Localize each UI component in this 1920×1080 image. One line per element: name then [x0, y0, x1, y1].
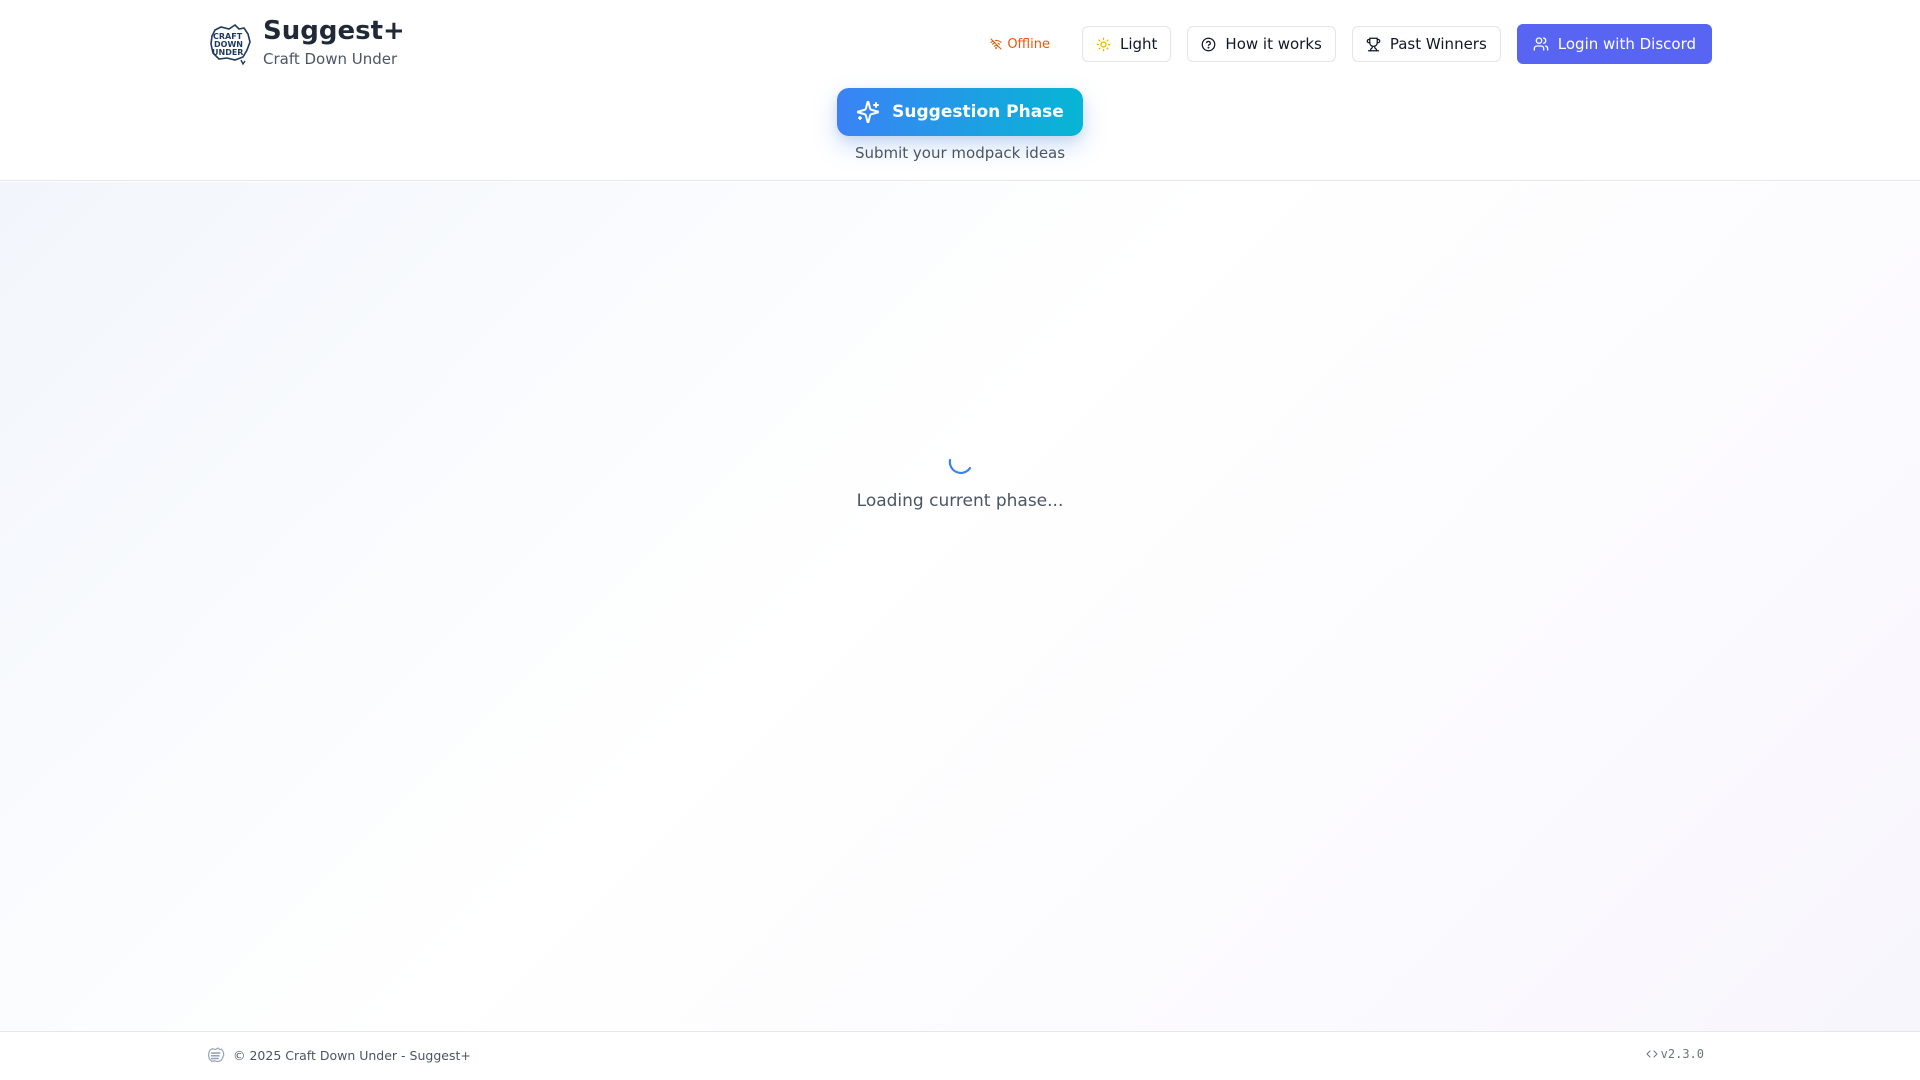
status-label: Offline [1007, 36, 1050, 52]
loading-text: Loading current phase... [856, 491, 1064, 511]
copyright-text: © 2025 Craft Down Under - Suggest+ [233, 1047, 471, 1063]
login-discord-button[interactable]: Login with Discord [1516, 24, 1712, 64]
past-winners-button[interactable]: Past Winners [1351, 26, 1501, 62]
theme-label: Light [1119, 35, 1158, 53]
phase-badge: Suggestion Phase [837, 88, 1083, 136]
theme-toggle-button[interactable]: Light [1081, 26, 1172, 62]
login-label: Login with Discord [1557, 35, 1696, 53]
footer-version: v2.3.0 [1646, 1047, 1704, 1061]
site-header: CRAFT DOWN UNDER Suggest+ Craft Down Und… [0, 0, 1920, 181]
connection-status: Offline [990, 37, 1050, 52]
trophy-icon [1366, 37, 1381, 51]
craft-down-under-logo: CRAFT DOWN UNDER [207, 20, 253, 66]
loading-spinner-icon [948, 458, 972, 475]
wifi-off-icon [990, 38, 1002, 50]
app-title: Suggest+ [263, 16, 405, 46]
svg-text:UNDER: UNDER [212, 48, 243, 57]
how-it-works-button[interactable]: How it works [1187, 26, 1336, 62]
main-content: Loading current phase... [0, 182, 1920, 1031]
how-it-works-label: How it works [1225, 35, 1322, 53]
phase-description: Submit your modpack ideas [854, 144, 1066, 162]
site-footer: © 2025 Craft Down Under - Suggest+ v2.3.… [0, 1031, 1920, 1080]
users-icon [1533, 37, 1549, 51]
version-text: v2.3.0 [1660, 1047, 1704, 1061]
code-icon [1646, 1050, 1658, 1058]
phase-label: Suggestion Phase [892, 102, 1064, 122]
past-winners-label: Past Winners [1389, 35, 1487, 53]
sparkles-icon [857, 100, 880, 124]
footer-copyright: © 2025 Craft Down Under - Suggest+ [207, 1046, 471, 1064]
help-circle-icon [1202, 37, 1216, 51]
brand[interactable]: CRAFT DOWN UNDER Suggest+ Craft Down Und… [207, 16, 405, 69]
app-subtitle: Craft Down Under [263, 50, 398, 68]
sun-icon [1096, 37, 1111, 51]
craft-down-under-mini-logo [207, 1047, 225, 1063]
header-nav: Offline Light How it works Past Winners … [990, 24, 1712, 64]
